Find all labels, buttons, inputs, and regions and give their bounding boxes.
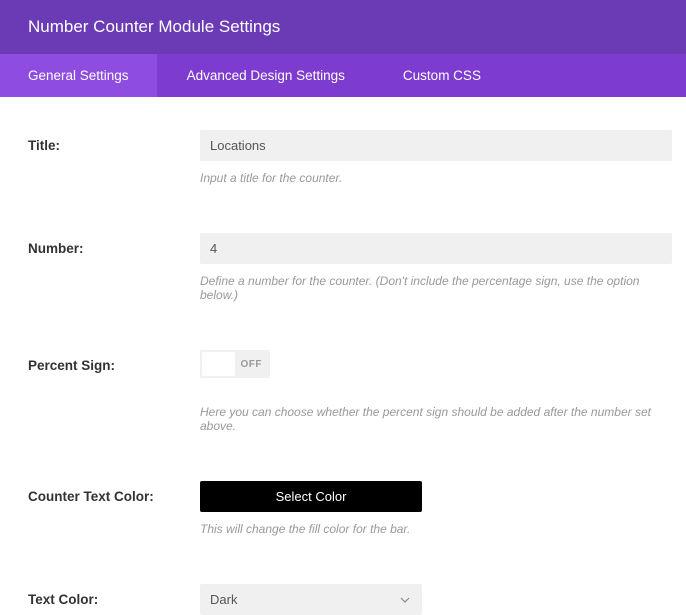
counter-color-helper: This will change the fill color for the …	[200, 522, 672, 536]
select-color-button[interactable]: Select Color	[200, 481, 422, 512]
percent-label: Percent Sign:	[28, 350, 200, 433]
modal-header: Number Counter Module Settings	[0, 0, 686, 54]
number-helper: Define a number for the counter. (Don't …	[200, 274, 672, 302]
percent-helper: Here you can choose whether the percent …	[200, 405, 672, 433]
title-helper: Input a title for the counter.	[200, 171, 672, 185]
number-input[interactable]	[200, 233, 672, 264]
settings-content: Title: Input a title for the counter. Nu…	[0, 97, 686, 615]
title-input[interactable]	[200, 130, 672, 161]
text-color-select[interactable]: Dark	[200, 584, 422, 615]
tab-label: Custom CSS	[403, 68, 481, 83]
tab-bar: General Settings Advanced Design Setting…	[0, 54, 686, 97]
tab-label: Advanced Design Settings	[187, 68, 345, 83]
tab-general-settings[interactable]: General Settings	[0, 54, 157, 97]
toggle-knob	[202, 352, 235, 376]
field-text-color: Text Color: Dark	[28, 584, 672, 615]
tab-custom-css[interactable]: Custom CSS	[375, 54, 509, 97]
title-label: Title:	[28, 130, 200, 185]
tab-advanced-design-settings[interactable]: Advanced Design Settings	[159, 54, 373, 97]
percent-toggle[interactable]: OFF	[200, 350, 270, 378]
tab-label: General Settings	[28, 68, 129, 83]
modal-title: Number Counter Module Settings	[28, 17, 280, 36]
field-percent-sign: Percent Sign: OFF Here you can choose wh…	[28, 350, 672, 433]
field-number: Number: Define a number for the counter.…	[28, 233, 672, 302]
text-color-label: Text Color:	[28, 584, 200, 615]
field-title: Title: Input a title for the counter.	[28, 130, 672, 185]
toggle-state-label: OFF	[235, 359, 269, 370]
number-label: Number:	[28, 233, 200, 302]
